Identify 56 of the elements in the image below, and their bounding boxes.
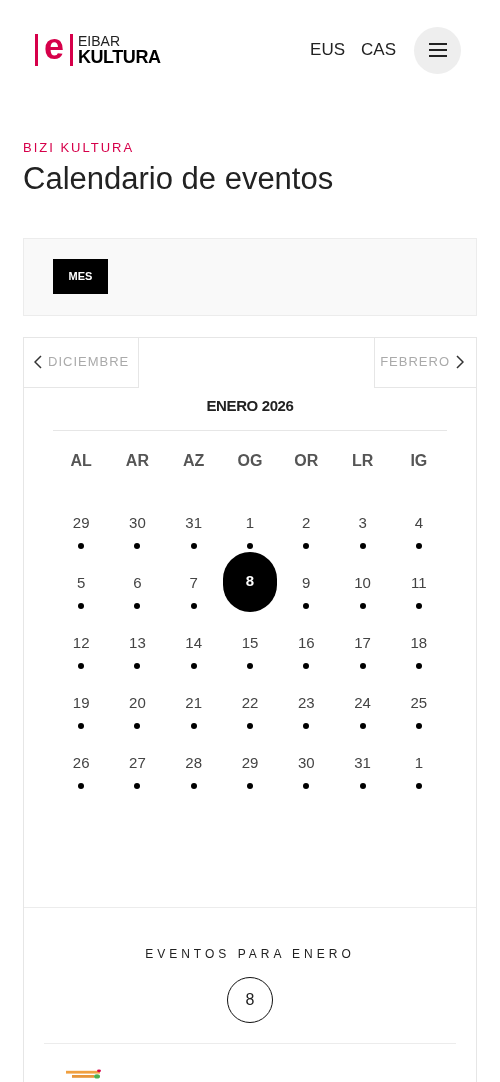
weekday-label: AZ (183, 450, 205, 471)
calendar-day[interactable]: 3 (358, 512, 367, 533)
eyebrow-label: BIZI KULTURA (23, 139, 136, 157)
calendar-day[interactable]: 29 (241, 752, 259, 773)
calendar-day[interactable]: 21 (185, 692, 203, 713)
calendar-day[interactable]: 23 (297, 692, 315, 713)
menu-icon (427, 42, 448, 58)
calendar-day[interactable]: 1 (245, 512, 255, 533)
logo-mark: e (35, 34, 73, 66)
calendar-day[interactable]: 13 (129, 632, 146, 653)
calendar-day[interactable]: 19 (72, 692, 90, 713)
calendar-day[interactable]: 14 (185, 632, 203, 653)
weekday-label: LR (351, 450, 374, 471)
weekday-label: IG (410, 450, 428, 471)
calendar-day[interactable]: 30 (297, 752, 315, 773)
calendar-day[interactable]: 29 (72, 512, 90, 533)
chevron-left-icon (34, 355, 42, 369)
calendar-day[interactable]: 26 (72, 752, 90, 773)
calendar-day[interactable]: 10 (354, 572, 371, 593)
calendar-day[interactable]: 31 (185, 512, 203, 533)
language-link[interactable]: EUS (310, 37, 346, 63)
page-title: Calendario de eventos (23, 159, 335, 198)
calendar-day[interactable]: 15 (241, 632, 259, 653)
calendar-day[interactable]: 6 (133, 572, 142, 593)
calendar-day[interactable]: 24 (354, 692, 371, 713)
calendar-day[interactable]: 11 (411, 572, 427, 593)
calendar-day[interactable]: 2 (302, 512, 311, 533)
calendar-day[interactable]: 20 (129, 692, 146, 713)
weekday-label: AR (125, 450, 149, 471)
calendar-day[interactable]: 18 (410, 632, 428, 653)
menu-button[interactable] (414, 26, 461, 74)
calendar-day[interactable]: 31 (354, 752, 371, 773)
calendar-day[interactable]: 5 (76, 572, 86, 593)
calendar-day[interactable]: 4 (414, 512, 423, 533)
calendar-day[interactable]: 7 (189, 572, 198, 593)
logo-text: KULTURA (78, 48, 161, 66)
calendar-day[interactable]: 17 (354, 632, 371, 653)
events-heading: EVENTOS PARA ENERO (145, 945, 355, 963)
weekday-label: OG (237, 450, 263, 471)
calendar-day[interactable]: 8 (223, 551, 277, 612)
calendar-day[interactable]: 30 (129, 512, 146, 533)
calendar-day[interactable]: 1 (414, 752, 423, 773)
calendar-day[interactable]: 27 (129, 752, 146, 773)
language-link[interactable]: CAS (361, 37, 396, 63)
chevron-right-icon (456, 355, 464, 369)
calendar-day[interactable]: 9 (302, 572, 311, 593)
view-tab[interactable]: MES (53, 259, 108, 294)
calendar-day[interactable]: 16 (297, 632, 315, 653)
logo-text: EIBAR (78, 34, 121, 48)
calendar-day[interactable]: 22 (241, 692, 259, 713)
month-title: ENERO 2026 (206, 396, 294, 414)
calendar-day[interactable]: 12 (72, 632, 90, 653)
calendar-day[interactable]: 28 (185, 752, 203, 773)
calendar-day[interactable]: 25 (410, 692, 428, 713)
weekday-label: OR (294, 450, 319, 471)
weekday-label: AL (70, 450, 92, 471)
